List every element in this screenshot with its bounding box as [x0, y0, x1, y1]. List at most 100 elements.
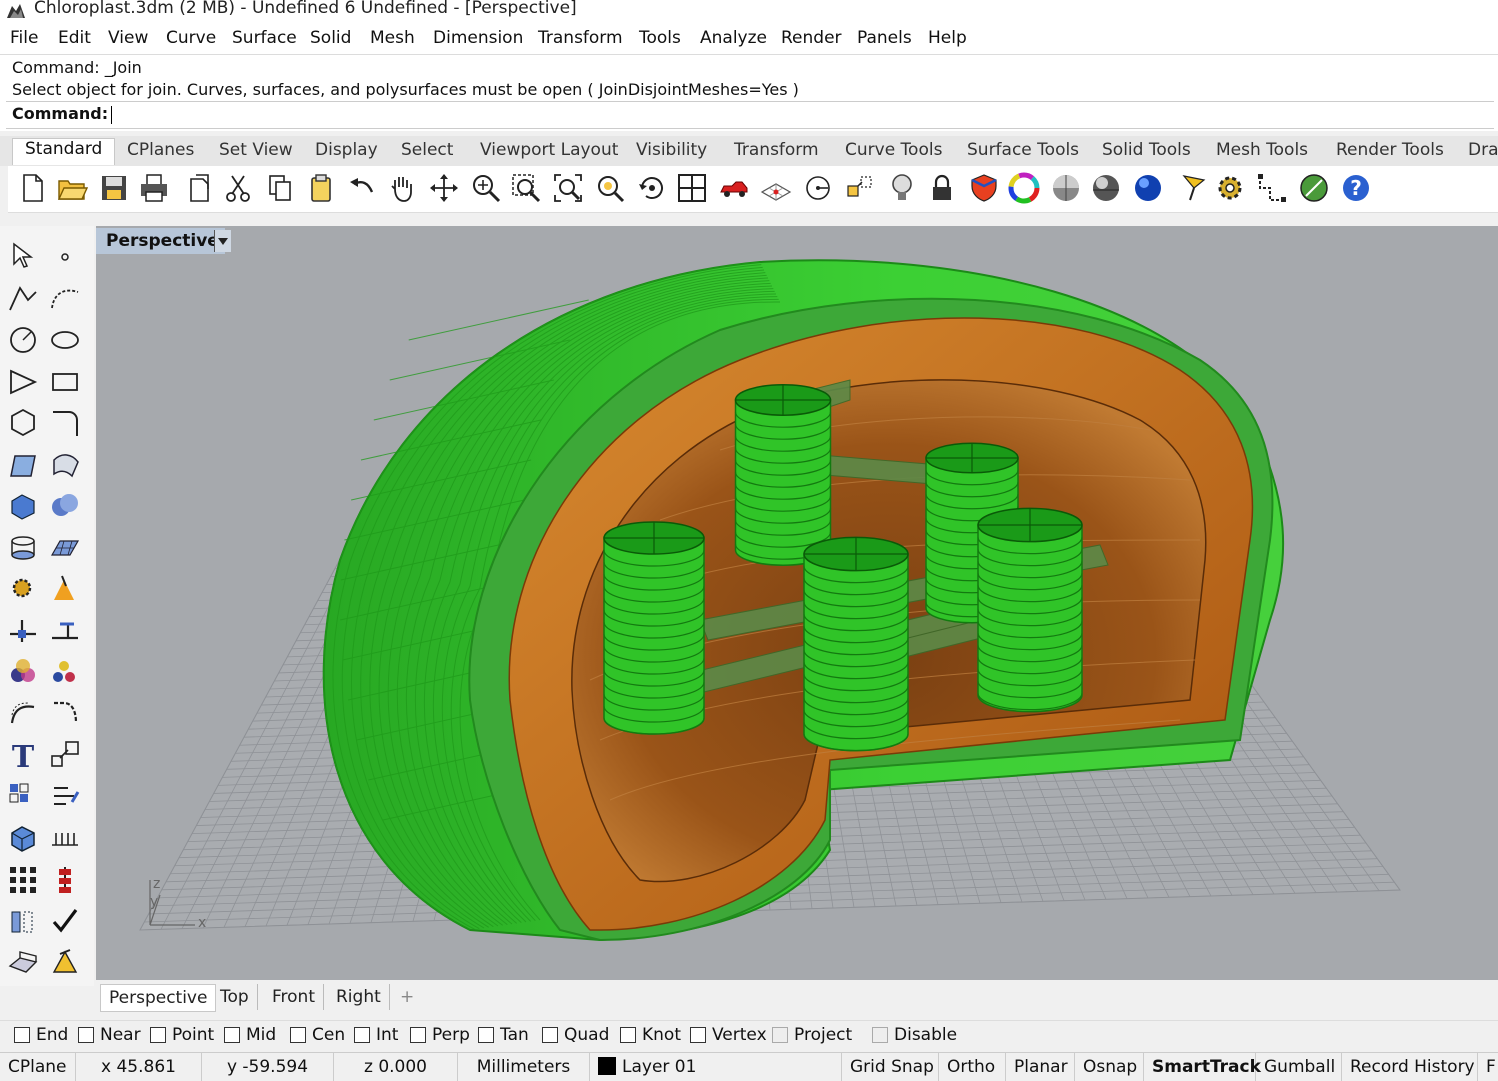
tab-display[interactable]: Display [315, 140, 378, 166]
pan-hand-icon[interactable] [386, 172, 418, 204]
car-icon[interactable] [718, 172, 750, 204]
tab-solid-tools[interactable]: Solid Tools [1102, 140, 1191, 166]
checkbox[interactable] [690, 1027, 706, 1043]
grid-icon[interactable] [760, 172, 792, 204]
sphere-union-icon[interactable] [48, 489, 82, 523]
checkbox[interactable] [478, 1027, 494, 1043]
blue-sphere-icon[interactable] [1132, 172, 1164, 204]
tab-visibility[interactable]: Visibility [636, 140, 707, 166]
help-icon[interactable]: ? [1340, 172, 1372, 204]
block-icon[interactable] [6, 821, 40, 855]
checkbox[interactable] [620, 1027, 636, 1043]
planar-toggle[interactable]: Planar [1006, 1053, 1075, 1081]
checkbox[interactable] [150, 1027, 166, 1043]
explode-icon[interactable] [6, 572, 40, 606]
hexagon-icon[interactable] [6, 406, 40, 440]
osnap-mid[interactable]: Mid [224, 1025, 276, 1045]
check-icon[interactable] [48, 904, 82, 938]
checkbox[interactable] [872, 1027, 888, 1043]
osnap-int[interactable]: Int [354, 1025, 398, 1045]
menu-transform[interactable]: Transform [538, 28, 623, 48]
cut-icon[interactable] [222, 172, 254, 204]
tab-render-tools[interactable]: Render Tools [1336, 140, 1444, 166]
osnap-disable[interactable]: Disable [872, 1025, 957, 1045]
tab-standard[interactable]: Standard [12, 138, 116, 165]
menu-view[interactable]: View [108, 28, 148, 48]
viewport-title[interactable]: Perspective [96, 228, 225, 254]
checkbox[interactable] [290, 1027, 306, 1043]
osnap-toggle[interactable]: Osnap [1075, 1053, 1144, 1081]
paste-icon[interactable] [305, 172, 337, 204]
menu-dimension[interactable]: Dimension [433, 28, 523, 48]
menu-panels[interactable]: Panels [857, 28, 912, 48]
mirror-icon[interactable] [6, 904, 40, 938]
trim-icon[interactable] [48, 572, 82, 606]
open-icon[interactable] [56, 172, 89, 204]
fillet-icon[interactable] [48, 406, 82, 440]
lock-icon[interactable] [926, 172, 958, 204]
undo-icon[interactable] [346, 172, 378, 204]
osnap-cen[interactable]: Cen [290, 1025, 345, 1045]
tab-select[interactable]: Select [401, 140, 453, 166]
viewtab-front[interactable]: Front [264, 984, 324, 1010]
record-history-toggle[interactable]: Record History [1342, 1053, 1478, 1081]
point-icon[interactable] [48, 240, 82, 274]
lightbulb-icon[interactable] [886, 172, 918, 204]
menu-help[interactable]: Help [928, 28, 967, 48]
tab-cplanes[interactable]: CPlanes [127, 140, 194, 166]
import-icon[interactable] [182, 172, 214, 204]
menu-render[interactable]: Render [781, 28, 842, 48]
boolean-icon[interactable] [6, 655, 40, 689]
zoom-selected-icon[interactable] [594, 172, 626, 204]
grid-array-icon[interactable] [6, 863, 40, 897]
rectangle-icon[interactable] [48, 365, 82, 399]
gear-icon[interactable] [1214, 172, 1246, 204]
osnap-vertex[interactable]: Vertex [690, 1025, 767, 1045]
flag-icon[interactable] [1178, 172, 1210, 204]
menu-file[interactable]: File [10, 28, 38, 48]
checkbox[interactable] [224, 1027, 240, 1043]
tab-surface-tools[interactable]: Surface Tools [967, 140, 1079, 166]
osnap-near[interactable]: Near [78, 1025, 141, 1045]
rhino-app-icon[interactable] [6, 2, 26, 20]
rendered-sphere-icon[interactable] [1090, 172, 1122, 204]
dimension-icon[interactable] [1256, 172, 1288, 204]
menu-edit[interactable]: Edit [58, 28, 91, 48]
mesh-icon[interactable] [48, 531, 82, 565]
osnap-quad[interactable]: Quad [542, 1025, 609, 1045]
add-viewtab-button[interactable]: + [392, 984, 422, 1010]
offset-icon[interactable] [6, 697, 40, 731]
viewtab-top[interactable]: Top [212, 984, 258, 1010]
cylinder-icon[interactable] [6, 531, 40, 565]
color-wheel-icon[interactable] [1008, 172, 1040, 204]
save-icon[interactable] [98, 172, 130, 204]
extend-icon[interactable] [48, 614, 82, 648]
osnap-end[interactable]: End [14, 1025, 68, 1045]
tab-curve-tools[interactable]: Curve Tools [845, 140, 942, 166]
rotate-view-icon[interactable] [428, 172, 460, 204]
tab-mesh-tools[interactable]: Mesh Tools [1216, 140, 1308, 166]
osnap-tan[interactable]: Tan [478, 1025, 529, 1045]
gumball-toggle[interactable]: Gumball [1256, 1053, 1342, 1081]
checkbox[interactable] [410, 1027, 426, 1043]
align-icon[interactable] [48, 780, 82, 814]
surface-icon[interactable] [6, 448, 40, 482]
circle-icon[interactable] [6, 323, 40, 357]
rotate-camera-icon[interactable] [636, 172, 668, 204]
checkbox[interactable] [542, 1027, 558, 1043]
zoom-extents-icon[interactable] [552, 172, 584, 204]
new-icon[interactable] [16, 172, 48, 204]
menu-tools[interactable]: Tools [639, 28, 681, 48]
units-indicator[interactable]: Millimeters [458, 1053, 590, 1081]
tab-transform[interactable]: Transform [734, 140, 819, 166]
viewport-perspective[interactable]: x y z Perspective [96, 226, 1498, 980]
ortho-toggle[interactable]: Ortho [939, 1053, 1006, 1081]
select-icon[interactable] [6, 240, 40, 274]
checkbox[interactable] [354, 1027, 370, 1043]
box-icon[interactable] [6, 489, 40, 523]
shaded-sphere-icon[interactable] [1050, 172, 1082, 204]
osnap-knot[interactable]: Knot [620, 1025, 681, 1045]
print-icon[interactable] [138, 172, 170, 204]
tab-set-view[interactable]: Set View [219, 140, 293, 166]
osnap-project[interactable]: Project [772, 1025, 852, 1045]
